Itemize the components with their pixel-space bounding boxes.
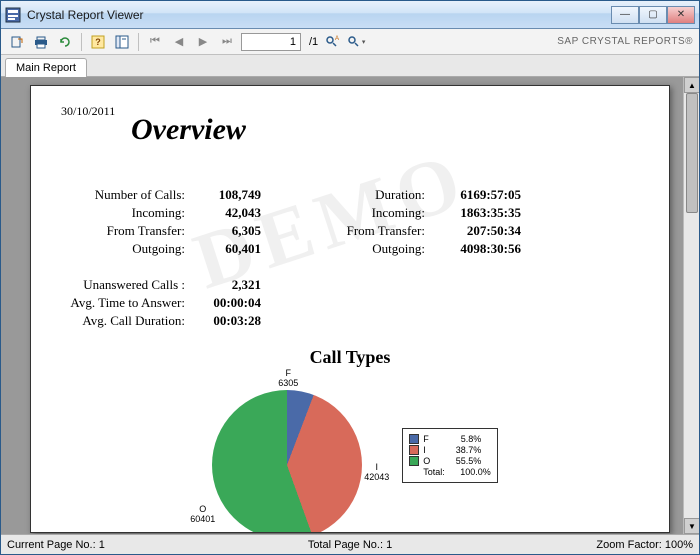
minimize-button[interactable]: — [611,6,639,24]
last-page-button[interactable]: ⏭ [217,32,237,52]
legend-name: I [423,445,435,455]
legend-total-label: Total: [423,467,445,477]
stat-value: 00:00:04 [191,295,261,311]
report-page: DEMO 30/10/2011 Overview Number of Calls… [30,85,670,533]
legend-swatch-o [409,456,419,466]
page-total-label: /1 [309,36,318,48]
report-title: Overview [131,113,639,147]
stat-label: Avg. Call Duration: [61,313,191,329]
legend-pct: 5.8% [439,434,481,444]
stat-label: Avg. Time to Answer: [61,295,191,311]
legend-swatch-f [409,434,419,444]
legend-name: F [423,434,435,444]
close-button[interactable]: ✕ [667,6,695,24]
legend-total-pct: 100.0% [449,467,491,477]
first-page-button[interactable]: ⏮ [145,32,165,52]
legend-name: O [423,456,435,466]
scroll-down-button[interactable]: ▼ [684,518,699,534]
stat-value: 1863:35:35 [431,205,521,221]
window-title: Crystal Report Viewer [27,8,611,22]
status-bar: Current Page No.: 1 Total Page No.: 1 Zo… [1,534,699,554]
stats-right-col: Duration:6169:57:05 Incoming:1863:35:35 … [321,187,521,259]
toolbar-separator [138,33,139,51]
scroll-thumb[interactable] [686,93,698,213]
export-button[interactable] [7,32,27,52]
toolbar-separator [81,33,82,51]
next-page-button[interactable]: ▶ [193,32,213,52]
titlebar: Crystal Report Viewer — ▢ ✕ [1,1,699,29]
page-number-input[interactable] [241,33,301,51]
report-viewer: DEMO 30/10/2011 Overview Number of Calls… [1,77,699,534]
toggle-tree-button[interactable] [112,32,132,52]
stat-value: 108,749 [191,187,261,203]
stat-value: 2,321 [191,277,261,293]
stat-value: 60,401 [191,241,261,257]
status-zoom: Zoom Factor: 100% [464,539,693,551]
stat-label: From Transfer: [61,223,191,239]
tab-main-report[interactable]: Main Report [5,58,87,77]
chart-area: F6305 I42043 O60401 F 5.8% I 38.7% O 55.5% … [61,370,639,533]
scroll-up-button[interactable]: ▲ [684,77,699,93]
app-icon [5,7,21,23]
stat-label: Duration: [321,187,431,203]
stat-label: Outgoing: [61,241,191,257]
chart-legend: F 5.8% I 38.7% O 55.5% Total: 100.0% [402,428,498,483]
legend-pct: 55.5% [439,456,481,466]
chart-title: Call Types [61,347,639,368]
stat-value: 207:50:34 [431,223,521,239]
find-button[interactable]: A [322,32,342,52]
stat-label: Incoming: [321,205,431,221]
pie-graphic [212,390,362,533]
pie-chart: F6305 I42043 O60401 [202,370,372,533]
tab-bar: Main Report [1,55,699,77]
stat-value: 6,305 [191,223,261,239]
maximize-button[interactable]: ▢ [639,6,667,24]
stat-label: Outgoing: [321,241,431,257]
stat-value: 42,043 [191,205,261,221]
toggle-params-button[interactable]: ? [88,32,108,52]
stat-value: 4098:30:56 [431,241,521,257]
prev-page-button[interactable]: ◀ [169,32,189,52]
stat-label: Unanswered Calls : [61,277,191,293]
brand-label: SAP CRYSTAL REPORTS® [557,36,693,47]
svg-text:?: ? [95,37,101,47]
print-button[interactable] [31,32,51,52]
zoom-button[interactable]: ▾ [346,32,366,52]
slice-label-i: I42043 [364,462,389,482]
stats-left-col: Number of Calls:108,749 Incoming:42,043 … [61,187,261,259]
vertical-scrollbar[interactable]: ▲ ▼ [683,77,699,534]
stat-label: Incoming: [61,205,191,221]
stat-value: 6169:57:05 [431,187,521,203]
stat-label: From Transfer: [321,223,431,239]
app-window: Crystal Report Viewer — ▢ ✕ ? ⏮ ◀ ▶ ⏭ /1… [0,0,700,555]
stats-grid: Number of Calls:108,749 Incoming:42,043 … [61,187,639,259]
refresh-button[interactable] [55,32,75,52]
stat-label: Number of Calls: [61,187,191,203]
legend-swatch-i [409,445,419,455]
toolbar: ? ⏮ ◀ ▶ ⏭ /1 A ▾ SAP CRYSTAL REPORTS® [1,29,699,55]
legend-pct: 38.7% [439,445,481,455]
status-current-page: Current Page No.: 1 [7,539,236,551]
stat-value: 00:03:28 [191,313,261,329]
slice-label-o: O60401 [190,504,215,524]
svg-text:A: A [335,36,339,42]
stats-bottom: Unanswered Calls :2,321 Avg. Time to Ans… [61,277,639,329]
status-total-pages: Total Page No.: 1 [236,539,465,551]
slice-label-f: F6305 [278,368,298,388]
